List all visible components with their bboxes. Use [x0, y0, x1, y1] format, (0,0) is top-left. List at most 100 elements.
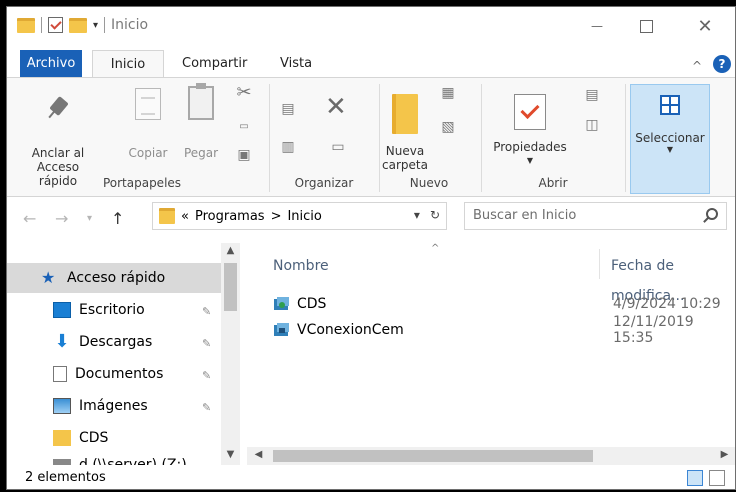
- tab-compartir[interactable]: Compartir: [171, 50, 258, 77]
- nav-scroll-thumb[interactable]: [224, 263, 237, 311]
- copy-icon: [135, 88, 161, 120]
- cut-icon[interactable]: ✂: [235, 84, 253, 102]
- minimize-icon: —: [591, 19, 603, 33]
- address-bar[interactable]: « Programas > Inicio ▾ ↻: [152, 202, 447, 230]
- group-divider: [625, 84, 626, 192]
- maximize-button[interactable]: [623, 7, 669, 45]
- ribbon: Anclar al Acceso rápido Copiar Pegar ✂ ▭…: [7, 77, 735, 197]
- select-button[interactable]: Seleccionar ▼: [630, 84, 710, 194]
- rename-icon[interactable]: ▭: [329, 138, 347, 156]
- scroll-left-icon[interactable]: ◀: [249, 449, 268, 460]
- folder-icon: [17, 17, 35, 33]
- file-list-scroll-thumb[interactable]: [273, 450, 593, 462]
- collapse-ribbon-icon[interactable]: ^: [692, 59, 702, 73]
- address-actions: ▾ ↻: [414, 208, 440, 222]
- back-arrow-icon[interactable]: ←: [23, 209, 36, 228]
- nav-item-label: CDS: [79, 430, 109, 446]
- new-item-icon[interactable]: ▦: [439, 84, 457, 102]
- pin-label-line1: Anclar al: [31, 146, 85, 160]
- scroll-right-icon[interactable]: ▶: [715, 449, 734, 460]
- customize-toolbar-arrow-icon[interactable]: ▾: [93, 20, 98, 31]
- breadcrumb-programas[interactable]: Programas: [195, 209, 265, 224]
- ribbon-tabs: Archivo Inicio Compartir Vista ^ ?: [7, 45, 735, 77]
- column-header-date[interactable]: Fecha de modifica...: [611, 251, 735, 304]
- properties-icon[interactable]: [48, 17, 63, 33]
- folder-icon: [53, 430, 71, 446]
- copy-button[interactable]: Copiar: [123, 88, 173, 160]
- breadcrumb-inicio[interactable]: Inicio: [287, 209, 321, 224]
- new-folder-button[interactable]: Nueva carpeta: [379, 94, 431, 172]
- nav-item-label: Descargas: [79, 334, 153, 350]
- paste-shortcut-icon[interactable]: ▣: [235, 146, 253, 164]
- explorer-window: ▾ Inicio — ✕ Archivo Inicio Compartir Vi…: [6, 6, 736, 490]
- scroll-up-icon[interactable]: ▲: [221, 245, 240, 256]
- new-folder-label-line2: carpeta: [382, 158, 428, 172]
- copy-to-icon[interactable]: ▥: [279, 138, 297, 156]
- file-row[interactable]: CDS 4/9/2024 10:29: [273, 293, 733, 315]
- pin-icon[interactable]: ✎: [202, 337, 212, 350]
- tab-archivo[interactable]: Archivo: [20, 50, 82, 77]
- nav-scrollbar[interactable]: ▲ ▼: [221, 243, 240, 465]
- nav-item-imagenes[interactable]: Imágenes ✎: [7, 391, 221, 421]
- open-icon[interactable]: ▤: [583, 86, 601, 104]
- toolbar-divider: [104, 17, 106, 33]
- minimize-button[interactable]: —: [574, 7, 620, 45]
- file-list: ^ Nombre Fecha de modifica... CDS 4/9/20…: [247, 243, 735, 465]
- nav-item-label: Documentos: [75, 366, 164, 382]
- image-icon: [53, 398, 71, 414]
- nav-item-descargas[interactable]: ⬇ Descargas ✎: [7, 327, 221, 357]
- app-shortcut-icon: [273, 322, 291, 338]
- select-label: Seleccionar: [635, 131, 705, 145]
- refresh-icon[interactable]: ↻: [430, 208, 440, 222]
- document-icon: [53, 366, 67, 382]
- status-bar: 2 elementos: [7, 465, 735, 489]
- pin-icon[interactable]: ✎: [202, 401, 212, 414]
- folder-icon: [159, 208, 175, 224]
- tab-vista[interactable]: Vista: [269, 50, 323, 77]
- properties-button[interactable]: Propiedades ▼: [485, 94, 575, 168]
- nav-item-acceso-rapido[interactable]: ★ Acceso rápido: [7, 263, 221, 293]
- group-organizar-label: Organizar: [294, 176, 354, 190]
- file-row[interactable]: VConexionCem 12/11/2019 15:35: [273, 314, 733, 346]
- move-to-icon[interactable]: ▤: [279, 100, 297, 118]
- new-folder-icon[interactable]: [69, 17, 87, 33]
- file-name: CDS: [297, 296, 327, 312]
- search-icon[interactable]: [706, 208, 718, 220]
- edit-icon[interactable]: ◫: [583, 116, 601, 134]
- paste-button[interactable]: Pegar: [179, 83, 223, 160]
- details-view-icon[interactable]: [687, 470, 703, 486]
- recent-locations-chevron-icon[interactable]: ▾: [87, 213, 92, 224]
- group-portapapeles-label: Portapapeles: [102, 176, 182, 190]
- nav-item-label: Imágenes: [79, 398, 148, 414]
- nav-item-network-drive[interactable]: d (\\server) (Z:): [7, 453, 221, 465]
- nav-item-documentos[interactable]: Documentos ✎: [7, 359, 221, 389]
- pin-icon[interactable]: ✎: [202, 305, 212, 318]
- large-icons-view-icon[interactable]: [709, 470, 725, 486]
- pin-icon[interactable]: ✎: [202, 369, 212, 382]
- paste-label: Pegar: [183, 146, 219, 160]
- copy-path-icon[interactable]: ▭: [235, 118, 253, 136]
- nav-item-cds[interactable]: CDS: [7, 423, 221, 453]
- star-icon: ★: [41, 268, 56, 287]
- easy-access-icon[interactable]: ▧: [439, 118, 457, 136]
- pin-quick-access-button[interactable]: Anclar al Acceso rápido: [17, 96, 99, 188]
- help-icon[interactable]: ?: [713, 55, 731, 73]
- up-arrow-icon[interactable]: ↑: [111, 209, 124, 228]
- tab-inicio[interactable]: Inicio: [92, 50, 164, 77]
- breadcrumb-overflow[interactable]: «: [181, 209, 189, 224]
- column-header-name[interactable]: Nombre: [273, 251, 329, 281]
- properties-check-icon: [514, 94, 546, 130]
- file-list-scrollbar[interactable]: ◀ ▶: [247, 447, 735, 465]
- close-button[interactable]: ✕: [682, 7, 728, 45]
- column-divider[interactable]: [599, 249, 600, 279]
- title-bar: ▾ Inicio — ✕: [7, 7, 735, 45]
- copy-label: Copiar: [128, 146, 168, 160]
- scroll-down-icon[interactable]: ▼: [221, 449, 240, 460]
- forward-arrow-icon[interactable]: →: [55, 209, 68, 228]
- delete-icon[interactable]: ✕: [325, 92, 347, 122]
- search-input[interactable]: Buscar en Inicio: [464, 202, 727, 230]
- nav-item-escritorio[interactable]: Escritorio ✎: [7, 295, 221, 325]
- address-dropdown-icon[interactable]: ▾: [414, 208, 420, 222]
- breadcrumb-separator[interactable]: >: [271, 209, 282, 224]
- group-abrir-label: Abrir: [538, 176, 568, 190]
